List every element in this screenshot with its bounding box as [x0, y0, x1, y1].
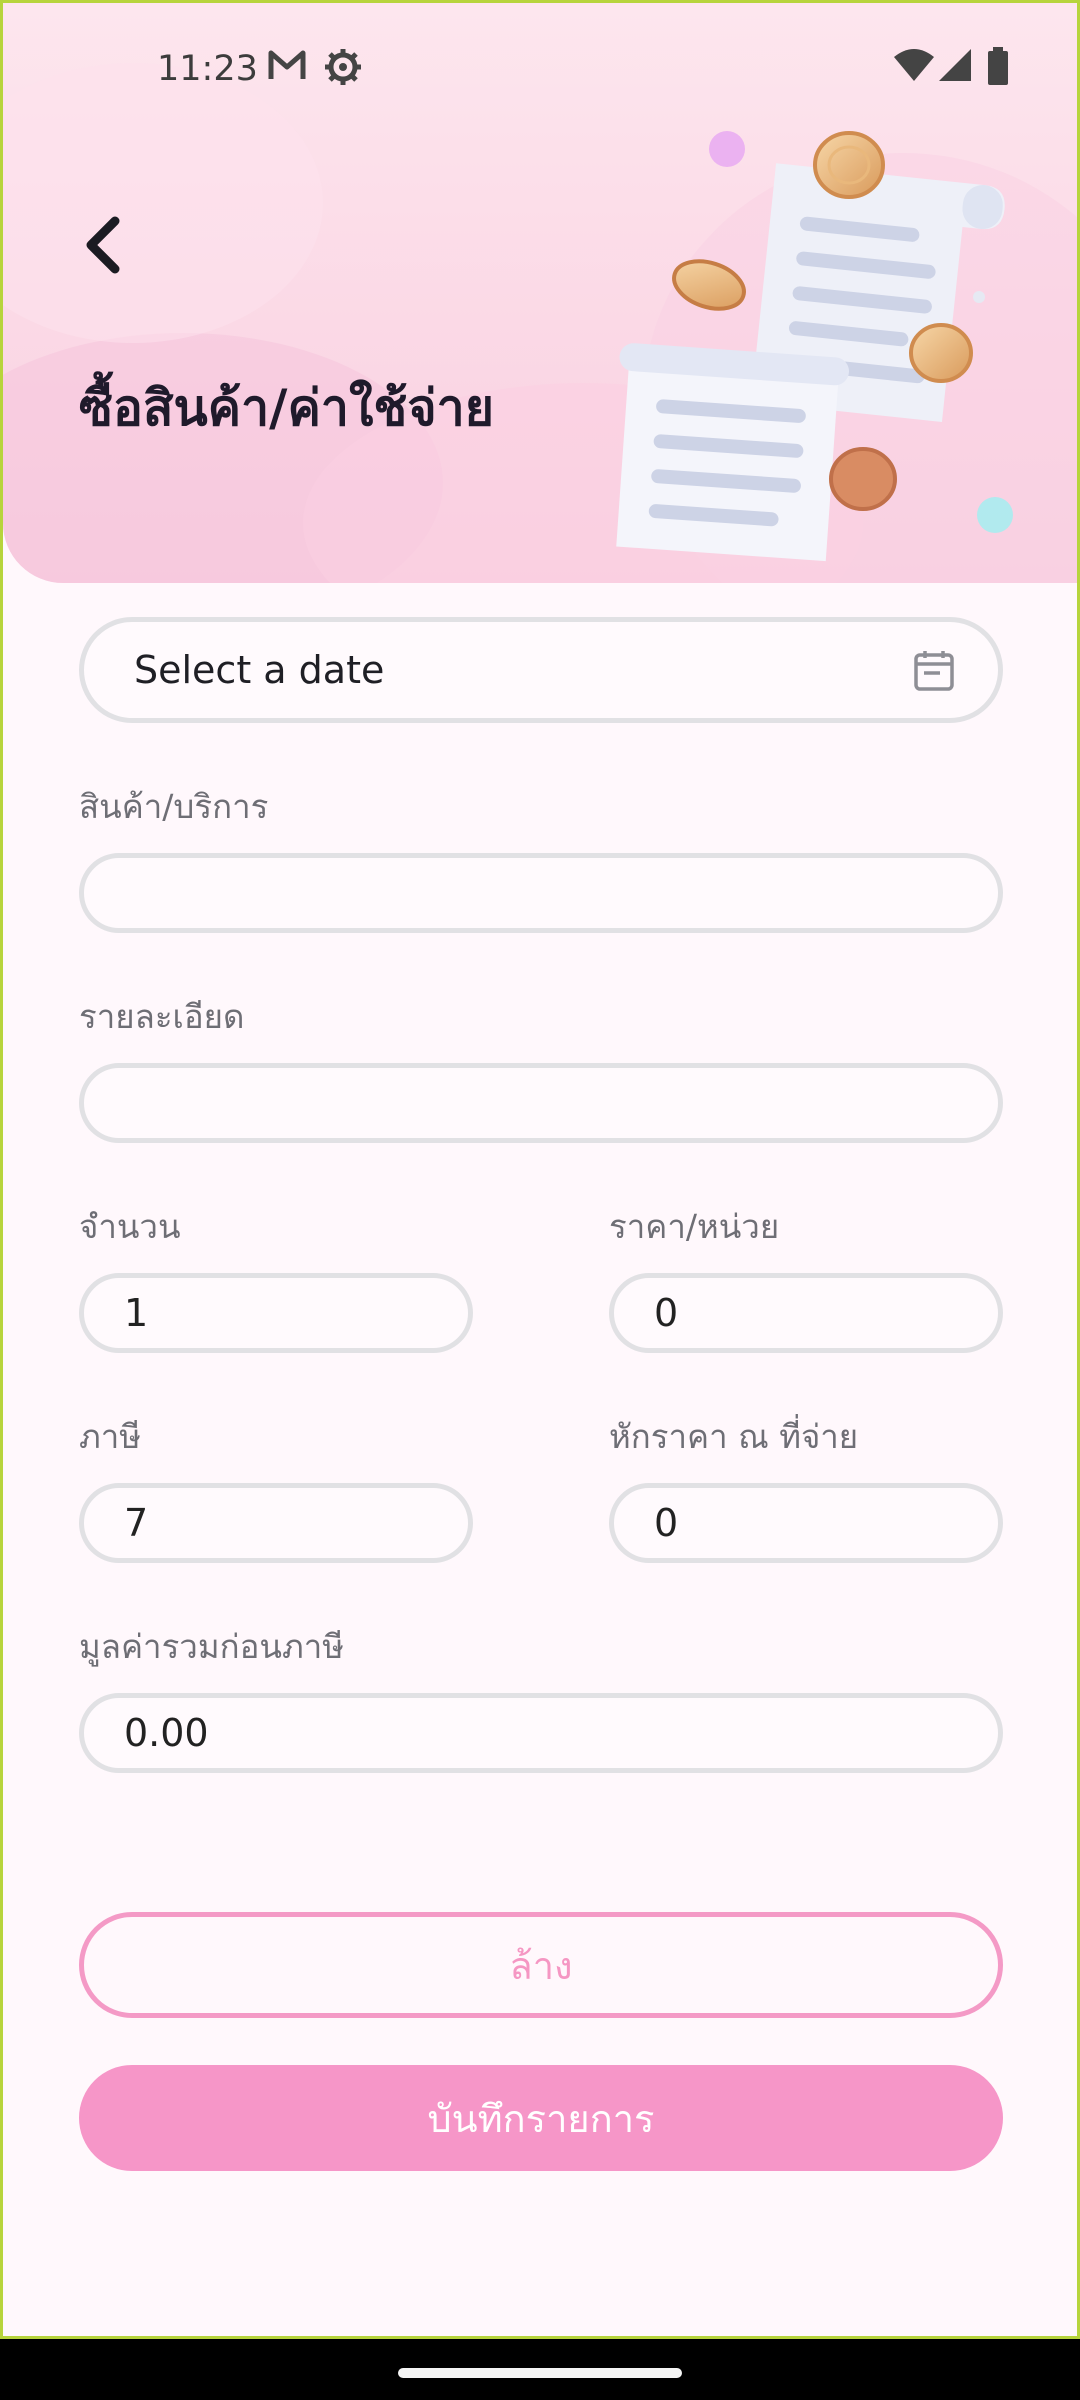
receipt-coins-illustration	[616, 131, 1013, 562]
withholding-label: หักราคา ณ ที่จ่าย	[609, 1417, 859, 1456]
system-nav-bar	[0, 2339, 1080, 2400]
battery-icon	[987, 47, 1009, 89]
subtotal-label: มูลค่ารวมก่อนภาษี	[79, 1627, 344, 1666]
tax-input[interactable]	[79, 1483, 473, 1563]
unit-price-label: ราคา/หน่วย	[609, 1207, 780, 1246]
app-screen: 11:23 ซื้อสินค้า/ค่าใช้จ่าย Select a dat…	[0, 0, 1080, 2339]
gmail-icon	[267, 47, 307, 87]
date-picker-field[interactable]: Select a date	[79, 617, 1003, 723]
calendar-icon[interactable]	[912, 649, 956, 693]
status-time: 11:23	[157, 49, 258, 89]
save-button[interactable]: บันทึกรายการ	[79, 2065, 1003, 2171]
date-placeholder: Select a date	[134, 648, 385, 692]
back-button[interactable]	[73, 203, 143, 283]
unit-price-input[interactable]	[609, 1273, 1003, 1353]
tax-label: ภาษี	[79, 1417, 142, 1456]
header-banner: 11:23 ซื้อสินค้า/ค่าใช้จ่าย	[3, 3, 1077, 583]
settings-icon	[323, 47, 363, 91]
quantity-label: จำนวน	[79, 1207, 181, 1246]
detail-label: รายละเอียด	[79, 997, 245, 1036]
chevron-left-icon	[86, 216, 120, 274]
product-label: สินค้า/บริการ	[79, 787, 269, 826]
subtotal-input[interactable]	[79, 1693, 1003, 1773]
home-indicator[interactable]	[398, 2368, 682, 2378]
quantity-input[interactable]	[79, 1273, 473, 1353]
detail-input[interactable]	[79, 1063, 1003, 1143]
withholding-input[interactable]	[609, 1483, 1003, 1563]
page-title: ซื้อสินค้า/ค่าใช้จ่าย	[79, 379, 494, 437]
product-input[interactable]	[79, 853, 1003, 933]
signal-icon	[937, 47, 973, 87]
clear-button[interactable]: ล้าง	[79, 1912, 1003, 2018]
wifi-icon	[893, 47, 935, 87]
